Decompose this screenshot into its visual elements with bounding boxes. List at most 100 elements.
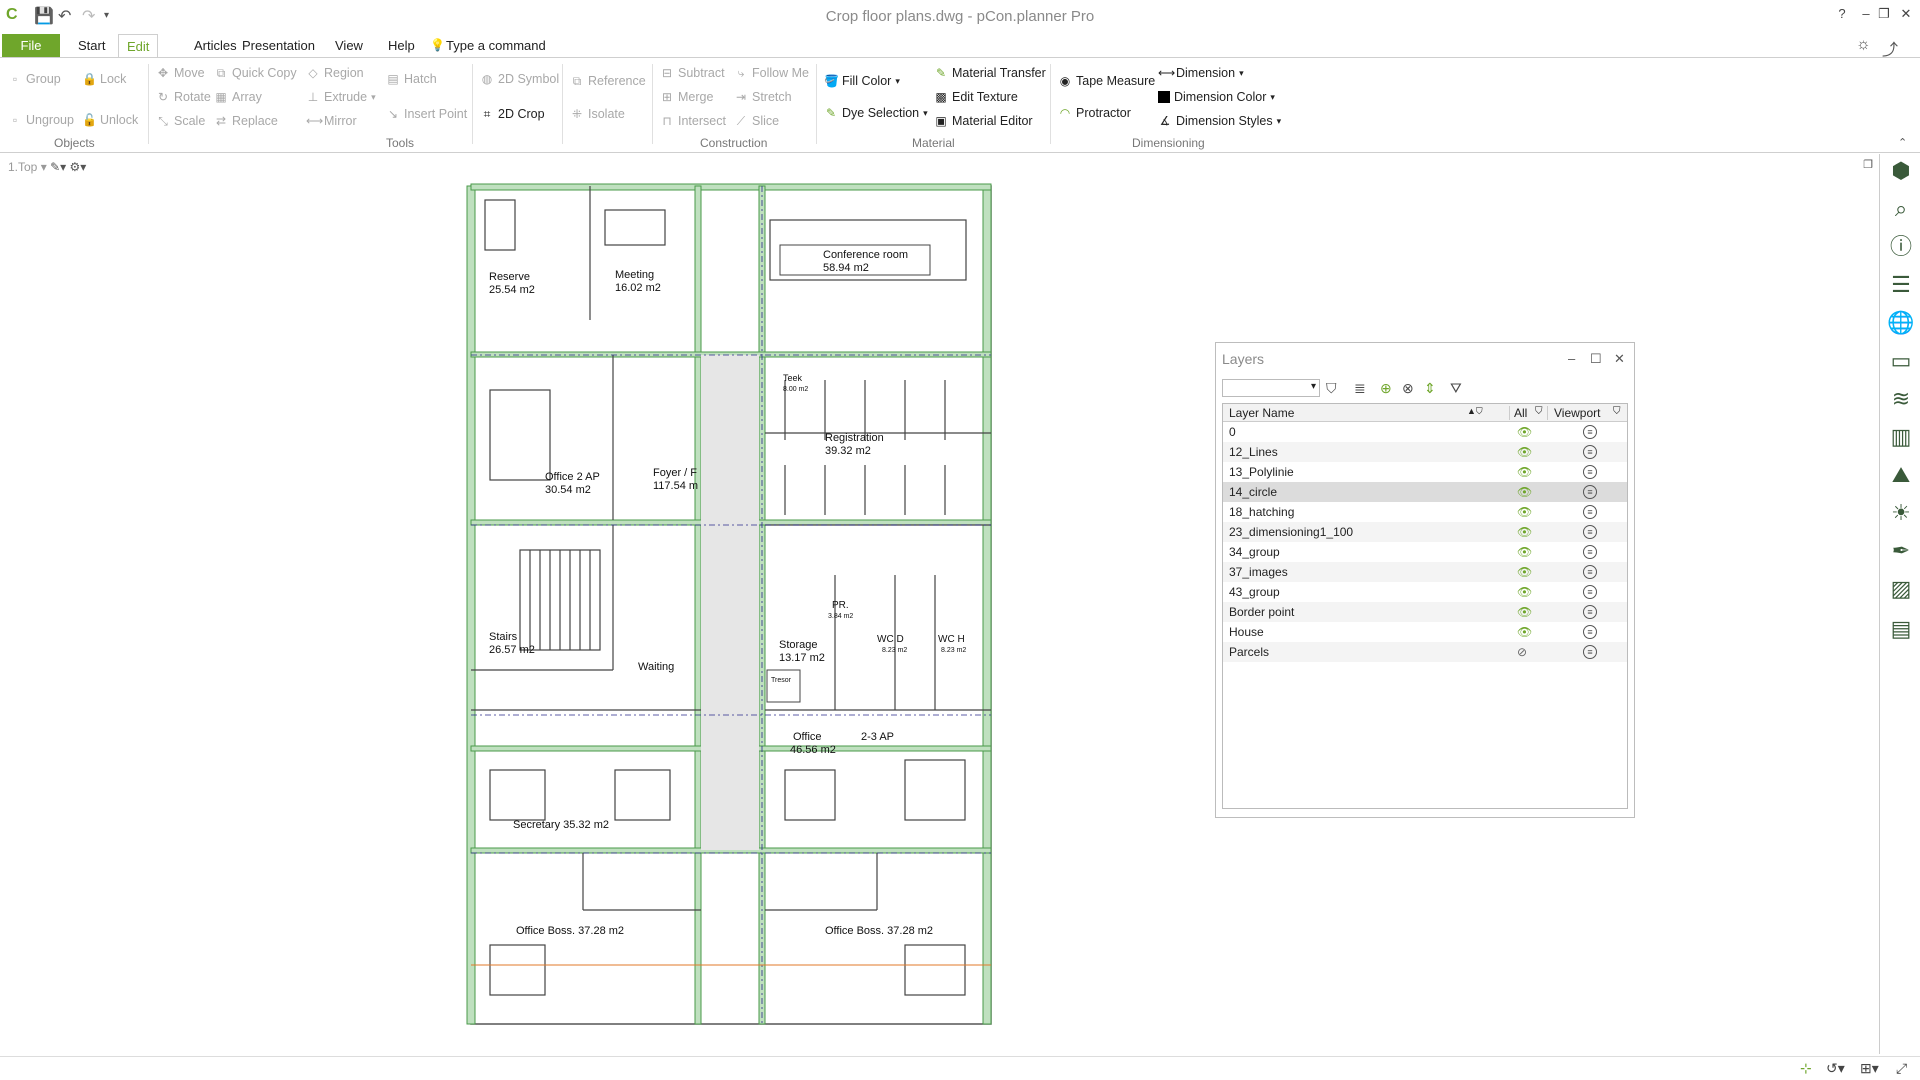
delete-layer-icon[interactable]: ⊗ xyxy=(1402,379,1414,397)
pen-icon[interactable]: ✎▾ xyxy=(50,160,66,174)
archive-icon[interactable]: ▭ xyxy=(1886,346,1916,376)
dimension-styles-button[interactable]: ∡ Dimension Styles ▾ xyxy=(1158,114,1282,128)
tab-start[interactable]: Start xyxy=(70,34,113,58)
minimize-panel-icon[interactable]: – xyxy=(1568,351,1575,366)
tab-view[interactable]: View xyxy=(327,34,371,58)
viewport-visibility-icon[interactable]: ≡ xyxy=(1583,565,1597,579)
move-button[interactable]: ✥ Move xyxy=(156,66,205,80)
eye-icon[interactable]: 👁 xyxy=(1517,622,1532,642)
viewport-visibility-icon[interactable]: ≡ xyxy=(1583,585,1597,599)
eye-icon[interactable]: 👁 xyxy=(1517,582,1532,602)
collapse-ribbon-icon[interactable]: ⌃ xyxy=(1898,136,1907,149)
layer-filter-dropdown[interactable]: ▾ xyxy=(1222,379,1320,397)
light-icon[interactable]: ☀ xyxy=(1886,498,1916,528)
eye-icon[interactable]: 👁 xyxy=(1517,422,1532,442)
article-info-icon[interactable]: ⓘ xyxy=(1886,232,1916,262)
hatch-button[interactable]: ▤ Hatch xyxy=(386,72,436,86)
viewport-visibility-icon[interactable]: ≡ xyxy=(1583,445,1597,459)
column-layer-name[interactable]: Layer Name xyxy=(1229,406,1294,420)
unlock-button[interactable]: 🔓 Unlock xyxy=(82,113,138,127)
eye-icon[interactable]: 👁 xyxy=(1517,462,1532,482)
list-icon[interactable]: ☰ xyxy=(1886,270,1916,300)
mirror-button[interactable]: ⟷ Mirror xyxy=(306,114,357,128)
follow-me-button[interactable]: ⤷ Follow Me xyxy=(734,66,809,80)
eye-icon[interactable]: 👁 xyxy=(1517,522,1532,542)
merge-button[interactable]: ⊞ Merge xyxy=(660,90,713,104)
eye-icon[interactable]: 👁 xyxy=(1517,562,1532,582)
scale-button[interactable]: ⤡ Scale xyxy=(156,114,205,128)
layer-row[interactable]: 23_dimensioning1_100 👁 ≡ xyxy=(1223,522,1627,542)
globe-icon[interactable]: 🌐 xyxy=(1886,308,1916,338)
tab-presentation[interactable]: Presentation xyxy=(234,34,323,58)
layer-row[interactable]: 0 👁 ≡ xyxy=(1223,422,1627,442)
intersect-button[interactable]: ⊓ Intersect xyxy=(660,114,726,128)
protractor-button[interactable]: ◠ Protractor xyxy=(1058,106,1131,120)
layer-row[interactable]: House 👁 ≡ xyxy=(1223,622,1627,642)
pen-tool-icon[interactable]: ✒ xyxy=(1886,536,1916,566)
region-button[interactable]: ◇ Region xyxy=(306,66,363,80)
materials-icon[interactable]: ▥ xyxy=(1886,422,1916,452)
group-button[interactable]: ▫ Group xyxy=(8,72,61,86)
dimension-button[interactable]: ⟷ Dimension ▾ xyxy=(1158,66,1244,80)
rotate-view-icon[interactable]: ↺▾ xyxy=(1826,1060,1845,1077)
stretch-button[interactable]: ⇥ Stretch xyxy=(734,90,792,104)
catalog-search-icon[interactable]: ⌕ xyxy=(1886,194,1916,224)
merge-layer-icon[interactable]: ⇕ xyxy=(1424,379,1436,397)
layer-row[interactable]: Border point 👁 ≡ xyxy=(1223,602,1627,622)
layout-icon[interactable]: ▤ xyxy=(1886,614,1916,644)
fill-color-button[interactable]: 🪣 Fill Color ▾ xyxy=(824,74,900,88)
filter-icon[interactable]: ⛉ xyxy=(1535,406,1543,417)
eye-icon[interactable]: 👁 xyxy=(1517,602,1532,622)
2d-crop-button[interactable]: ⌗ 2D Crop xyxy=(480,107,545,121)
3d-view-icon[interactable]: ⬢ xyxy=(1886,156,1916,186)
layer-stack-icon[interactable]: ≣ xyxy=(1354,379,1366,397)
tab-edit[interactable]: Edit xyxy=(118,34,159,58)
help-button[interactable]: ? xyxy=(1832,6,1852,21)
sort-ascending-icon[interactable]: ▲⛉ xyxy=(1467,406,1483,417)
add-layer-icon[interactable]: ⊕ xyxy=(1380,379,1392,397)
layer-row[interactable]: 12_Lines 👁 ≡ xyxy=(1223,442,1627,462)
dimension-color-button[interactable]: Dimension Color ▾ xyxy=(1158,90,1275,104)
eye-hidden-icon[interactable]: ⊘ xyxy=(1517,642,1527,662)
chevron-down-icon[interactable]: ▾ xyxy=(37,160,50,174)
ungroup-button[interactable]: ▫ Ungroup xyxy=(8,113,74,127)
maximize-panel-icon[interactable]: ☐ xyxy=(1590,351,1602,367)
2d-symbol-button[interactable]: ◍ 2D Symbol xyxy=(480,72,559,86)
layer-row[interactable]: Parcels ⊘ ≡ xyxy=(1223,642,1627,662)
eye-icon[interactable]: 👁 xyxy=(1517,502,1532,522)
replace-button[interactable]: ⇄ Replace xyxy=(214,114,278,128)
fullscreen-icon[interactable]: ⤢ xyxy=(1896,1060,1907,1077)
filter-icon[interactable]: ⛉ xyxy=(1613,406,1621,417)
rotate-button[interactable]: ↻ Rotate xyxy=(156,90,211,104)
column-all[interactable]: All xyxy=(1509,406,1527,420)
viewport-visibility-icon[interactable]: ≡ xyxy=(1583,625,1597,639)
eye-icon[interactable]: 👁 xyxy=(1517,482,1532,502)
viewport-visibility-icon[interactable]: ≡ xyxy=(1583,425,1597,439)
reference-button[interactable]: ⧉ Reference xyxy=(570,74,646,88)
eye-icon[interactable]: 👁 xyxy=(1517,442,1532,462)
array-button[interactable]: ▦ Array xyxy=(214,90,262,104)
tab-help[interactable]: Help xyxy=(380,34,423,58)
view-selector[interactable]: 1.Top xyxy=(8,160,37,174)
viewport-visibility-icon[interactable]: ≡ xyxy=(1583,485,1597,499)
split-view-icon[interactable]: ⊞▾ xyxy=(1860,1060,1879,1077)
layer-row[interactable]: 18_hatching 👁 ≡ xyxy=(1223,502,1627,522)
layer-row[interactable]: 34_group 👁 ≡ xyxy=(1223,542,1627,562)
viewport-visibility-icon[interactable]: ≡ xyxy=(1583,605,1597,619)
layer-row[interactable]: 14_circle 👁 ≡ xyxy=(1223,482,1627,502)
viewport-visibility-icon[interactable]: ≡ xyxy=(1583,505,1597,519)
funnel-icon[interactable]: ⛛ xyxy=(1450,379,1462,397)
terrain-icon[interactable]: ⛰ xyxy=(1886,460,1916,490)
isolate-button[interactable]: ⁜ Isolate xyxy=(570,107,625,121)
tab-file[interactable]: File xyxy=(2,34,60,58)
viewport-visibility-icon[interactable]: ≡ xyxy=(1583,545,1597,559)
material-transfer-button[interactable]: ✎ Material Transfer xyxy=(934,66,1046,80)
close-panel-icon[interactable]: ✕ xyxy=(1614,351,1625,367)
extrude-button[interactable]: ⊥ Extrude ▾ xyxy=(306,90,376,104)
theme-icon[interactable]: ☼ xyxy=(1856,36,1871,54)
minimize-button[interactable]: – xyxy=(1856,6,1876,21)
layer-row[interactable]: 43_group 👁 ≡ xyxy=(1223,582,1627,602)
dye-selection-button[interactable]: ✎ Dye Selection ▾ xyxy=(824,106,928,120)
layer-row[interactable]: 13_Polylinie 👁 ≡ xyxy=(1223,462,1627,482)
layer-row[interactable]: 37_images 👁 ≡ xyxy=(1223,562,1627,582)
